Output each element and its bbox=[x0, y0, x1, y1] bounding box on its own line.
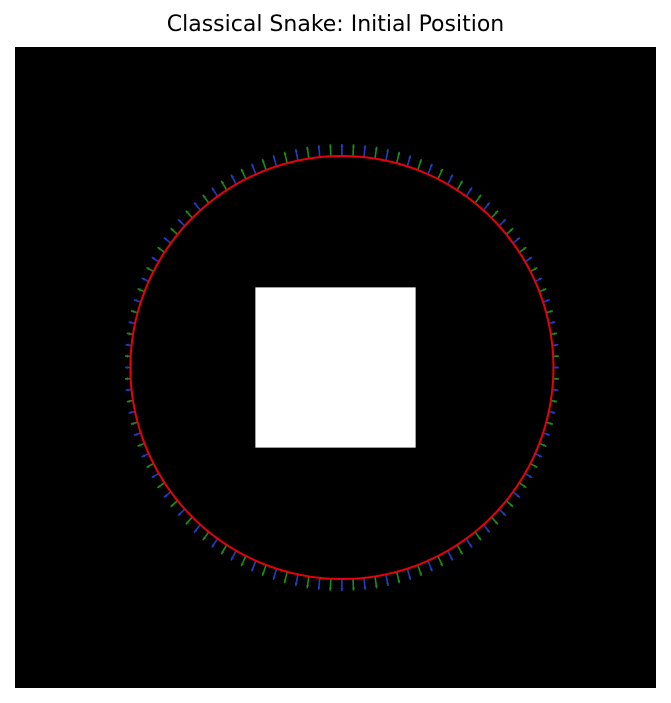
chart-svg bbox=[15, 47, 656, 688]
white-square bbox=[255, 287, 416, 448]
